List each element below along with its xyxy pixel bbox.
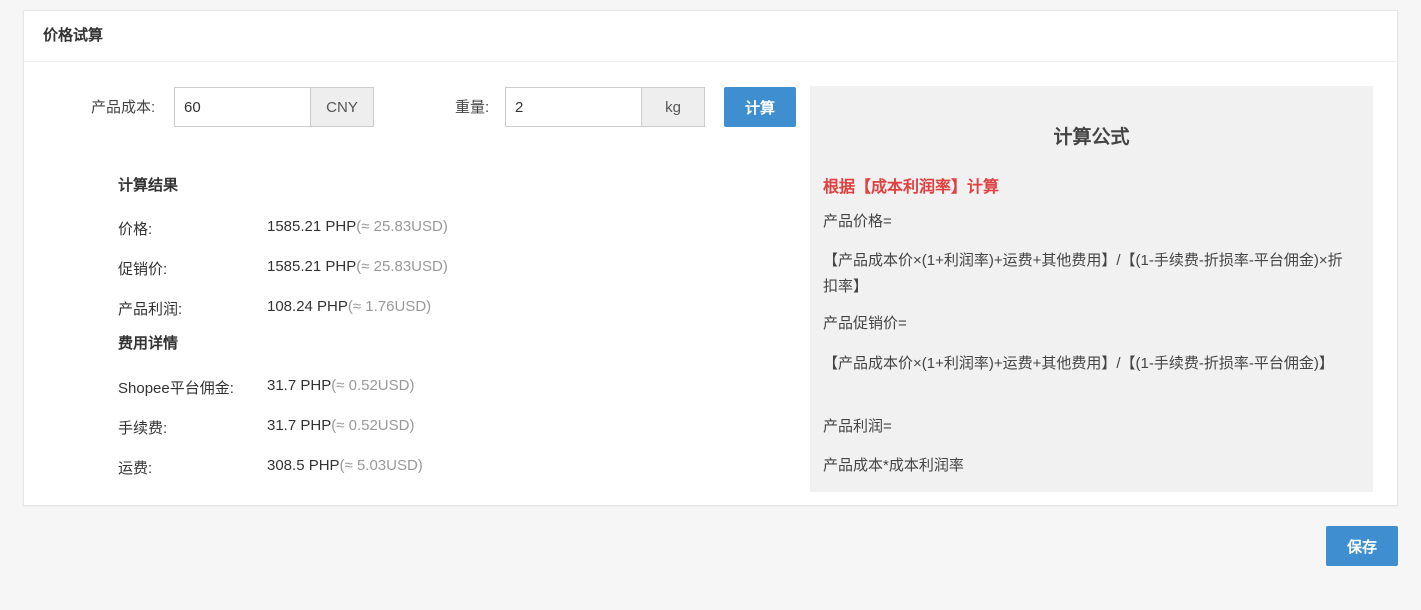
commission-value: 31.7 PHP(≈ 0.52USD) bbox=[267, 377, 415, 394]
formula-box: 计算公式 根据【成本利润率】计算 产品价格= 【产品成本价×(1+利润率)+运费… bbox=[810, 86, 1373, 492]
handling-fee-label: 手续费: bbox=[118, 420, 168, 437]
profit-label: 产品利润: bbox=[118, 301, 183, 318]
shipping-label: 运费: bbox=[118, 460, 153, 477]
profit-value: 108.24 PHP(≈ 1.76USD) bbox=[267, 298, 432, 315]
formula-subtitle: 根据【成本利润率】计算 bbox=[823, 179, 1000, 196]
weight-input-group: kg bbox=[505, 87, 705, 127]
calculate-button[interactable]: 计算 bbox=[724, 87, 796, 127]
results-title: 计算结果 bbox=[118, 177, 179, 194]
promo-price-usd: (≈ 25.83USD) bbox=[356, 258, 448, 275]
shipping-value: 308.5 PHP(≈ 5.03USD) bbox=[267, 457, 423, 474]
save-button[interactable]: 保存 bbox=[1326, 526, 1398, 566]
handling-fee-value: 31.7 PHP(≈ 0.52USD) bbox=[267, 417, 415, 434]
panel-title: 价格试算 bbox=[24, 11, 1397, 62]
price-calculator-panel: 价格试算 产品成本: CNY 重量: kg 计算 计算结果 价格: 1585.2… bbox=[23, 10, 1398, 506]
profit-usd: (≈ 1.76USD) bbox=[347, 298, 432, 315]
price-formula-label: 产品价格= bbox=[823, 213, 892, 230]
cost-unit-addon: CNY bbox=[310, 87, 374, 127]
profit-formula: 产品成本*成本利润率 bbox=[823, 457, 964, 474]
commission-usd: (≈ 0.52USD) bbox=[331, 377, 415, 394]
price-value: 1585.21 PHP(≈ 25.83USD) bbox=[267, 218, 448, 235]
cost-input-group: CNY bbox=[174, 87, 374, 127]
promo-formula-label: 产品促销价= bbox=[823, 315, 907, 332]
promo-price-value: 1585.21 PHP(≈ 25.83USD) bbox=[267, 258, 448, 275]
promo-formula: 【产品成本价×(1+利润率)+运费+其他费用】/【(1-手续费-折损率-平台佣金… bbox=[823, 355, 1334, 372]
cost-label: 产品成本: bbox=[91, 99, 156, 116]
price-label: 价格: bbox=[118, 221, 153, 238]
promo-price-label: 促销价: bbox=[118, 261, 168, 278]
price-formula: 【产品成本价×(1+利润率)+运费+其他费用】/【(1-手续费-折损率-平台佣金… bbox=[823, 252, 1343, 295]
profit-formula-label: 产品利润= bbox=[823, 418, 892, 435]
price-usd: (≈ 25.83USD) bbox=[356, 218, 448, 235]
weight-input[interactable] bbox=[505, 87, 641, 127]
commission-label: Shopee平台佣金: bbox=[118, 380, 234, 397]
weight-label: 重量: bbox=[455, 99, 490, 116]
handling-fee-usd: (≈ 0.52USD) bbox=[331, 417, 415, 434]
cost-input[interactable] bbox=[174, 87, 310, 127]
formula-title: 计算公式 bbox=[1053, 127, 1130, 148]
shipping-usd: (≈ 5.03USD) bbox=[339, 457, 423, 474]
weight-unit-addon: kg bbox=[641, 87, 705, 127]
fees-title: 费用详情 bbox=[118, 335, 179, 352]
